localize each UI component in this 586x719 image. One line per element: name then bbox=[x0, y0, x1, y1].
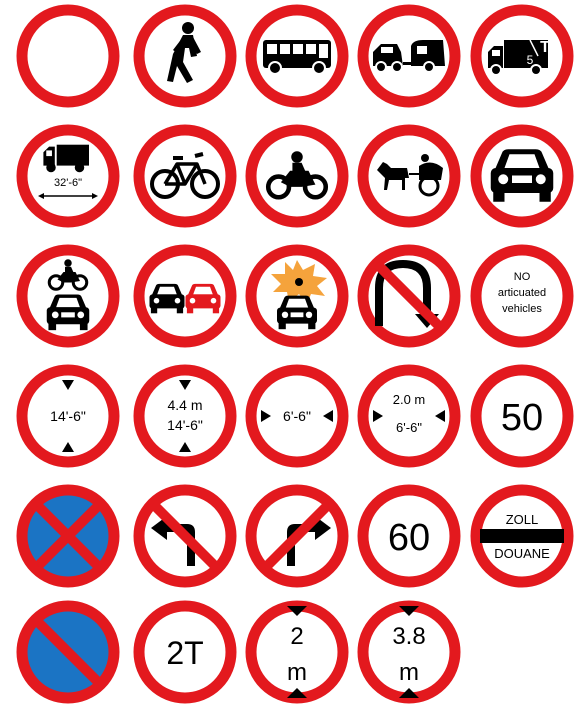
width-limit-icon: 2.0 m 6'-6" bbox=[357, 364, 461, 468]
car-front-icon bbox=[470, 124, 574, 228]
no-waiting-icon bbox=[16, 600, 120, 704]
height-metric-icon: 2m bbox=[245, 600, 349, 704]
sign-buses bbox=[245, 4, 349, 108]
width-label: 6'-6" bbox=[283, 408, 311, 424]
height-label: 14'-6" bbox=[50, 408, 86, 424]
no-left-turn-icon bbox=[133, 484, 237, 588]
sign-plain bbox=[16, 4, 120, 108]
sign-no-left-turn bbox=[133, 484, 237, 588]
sign-width-limit: 6'-6" bbox=[245, 364, 349, 468]
sign-motor-vehicles-all bbox=[16, 244, 120, 348]
height-metric-label: 4.4 m bbox=[167, 397, 202, 413]
bicycle-icon bbox=[133, 124, 237, 228]
text-sign: NO articuated vehicles bbox=[470, 244, 574, 348]
sign-clearway bbox=[16, 484, 120, 588]
no-right-turn-icon bbox=[245, 484, 349, 588]
sign-pedestrians bbox=[133, 4, 237, 108]
customs-label-de: ZOLL bbox=[506, 512, 539, 527]
speed-limit-icon: 50 bbox=[470, 364, 574, 468]
sign-towed-caravans bbox=[357, 4, 461, 108]
sign-no-waiting bbox=[16, 600, 120, 704]
height-value: 2 bbox=[290, 623, 303, 650]
sign-motorcycles bbox=[245, 124, 349, 228]
width-metric-label: 2.0 m bbox=[393, 392, 426, 407]
width-limit-icon: 6'-6" bbox=[245, 364, 349, 468]
speed-value: 60 bbox=[388, 517, 430, 559]
sign-height-limit-dual: 4.4 m 14'-6" bbox=[133, 364, 237, 468]
height-limit-icon: 4.4 m 14'-6" bbox=[133, 364, 237, 468]
two-cars-icon bbox=[133, 244, 237, 348]
height-imperial-label: 14'-6" bbox=[167, 417, 203, 433]
sign-weight-2t: 2T bbox=[133, 600, 237, 704]
sign-no-overtaking bbox=[133, 244, 237, 348]
height-limit-icon: 14'-6" bbox=[16, 364, 120, 468]
sign-goods-vehicles-weight: 5 T bbox=[470, 4, 574, 108]
text-line-3: vehicles bbox=[502, 303, 542, 315]
text-line-2: articuated bbox=[498, 287, 546, 299]
sign-speed-50: 50 bbox=[470, 364, 574, 468]
sign-no-u-turn bbox=[357, 244, 461, 348]
sign-goods-vehicles-length: 32'-6" bbox=[16, 124, 120, 228]
no-stopping-icon bbox=[16, 484, 120, 588]
sign-motor-vehicles bbox=[470, 124, 574, 228]
customs-icon: ZOLL DOUANE bbox=[470, 484, 574, 588]
weight-value: 2T bbox=[166, 635, 203, 671]
height-value: 3.8 bbox=[392, 623, 425, 650]
sign-customs: ZOLL DOUANE bbox=[470, 484, 574, 588]
car-caravan-icon bbox=[357, 4, 461, 108]
weight-unit: T bbox=[540, 39, 550, 56]
sign-horse-drawn bbox=[357, 124, 461, 228]
text-line-1: NO bbox=[514, 271, 531, 283]
sign-no-right-turn bbox=[245, 484, 349, 588]
sign-height-3-8m: 3.8 m bbox=[357, 600, 461, 704]
explosion-car-icon bbox=[245, 244, 349, 348]
sign-speed-60: 60 bbox=[357, 484, 461, 588]
lorry-length-icon: 32'-6" bbox=[16, 124, 120, 228]
customs-label-fr: DOUANE bbox=[494, 546, 550, 561]
sign-cycles bbox=[133, 124, 237, 228]
sign-height-limit: 14'-6" bbox=[16, 364, 120, 468]
pedestrian-icon bbox=[133, 4, 237, 108]
sign-explosives bbox=[245, 244, 349, 348]
motorcycle-icon bbox=[245, 124, 349, 228]
weight-number: 5 bbox=[527, 53, 534, 67]
u-turn-icon bbox=[357, 244, 461, 348]
speed-limit-icon: 60 bbox=[357, 484, 461, 588]
empty-circle bbox=[16, 4, 120, 108]
horse-cart-icon bbox=[357, 124, 461, 228]
sign-no-articulated: NO articuated vehicles bbox=[470, 244, 574, 348]
weight-limit-icon: 2T bbox=[133, 600, 237, 704]
lorry-icon: 5 T bbox=[470, 4, 574, 108]
motorcycle-car-icon bbox=[16, 244, 120, 348]
width-imperial-label: 6'-6" bbox=[396, 420, 422, 435]
length-label: 32'-6" bbox=[54, 177, 82, 189]
sign-width-limit-dual: 2.0 m 6'-6" bbox=[357, 364, 461, 468]
height-metric-icon: 3.8 m bbox=[357, 600, 461, 704]
bus-icon bbox=[245, 4, 349, 108]
sign-height-2m: 2m bbox=[245, 600, 349, 704]
speed-value: 50 bbox=[501, 397, 543, 439]
height-unit: m bbox=[399, 659, 419, 686]
height-unit: m bbox=[287, 659, 307, 686]
